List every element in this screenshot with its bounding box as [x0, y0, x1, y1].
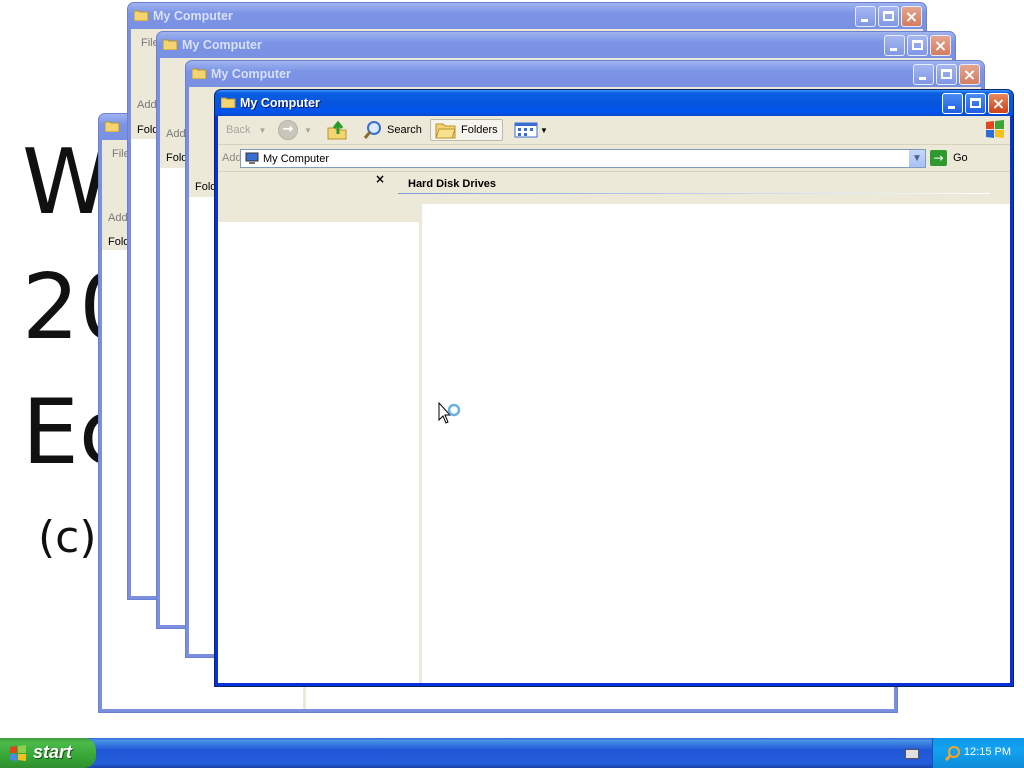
window-title: My Computer — [240, 96, 320, 110]
back-button[interactable]: Back ▼ — [220, 119, 266, 141]
folder-icon — [105, 121, 120, 132]
dropdown-arrow-icon: ▼ — [540, 125, 548, 135]
title-bar[interactable]: My Computer × — [157, 32, 955, 58]
start-label: start — [33, 742, 73, 762]
minimize-button[interactable] — [913, 64, 934, 85]
my-computer-icon — [245, 152, 259, 164]
address-value: My Computer — [263, 153, 330, 165]
up-folder-button[interactable] — [326, 119, 348, 141]
folders-pane-gray-strip — [218, 188, 419, 222]
content-area — [422, 204, 1010, 683]
views-button[interactable]: ▼ — [514, 119, 548, 141]
window-client: Back ▼ → ▼ Search Folders ▼ My Computer … — [218, 116, 1010, 683]
close-button[interactable]: × — [901, 6, 922, 27]
go-button[interactable]: → Go — [930, 150, 968, 166]
close-icon: × — [904, 7, 919, 26]
up-folder-icon — [327, 120, 347, 140]
maximize-button[interactable] — [965, 93, 986, 114]
minimize-button[interactable] — [855, 6, 876, 27]
minimize-button[interactable] — [942, 93, 963, 114]
my-computer-window[interactable]: My Computer × Back ▼ → ▼ Search Folders … — [214, 89, 1014, 687]
folders-icon — [435, 123, 456, 139]
address-dropdown-button[interactable]: ▼ — [908, 150, 925, 167]
title-bar[interactable]: My Computer × — [215, 90, 1013, 116]
views-icon — [514, 122, 538, 138]
minimize-icon — [890, 48, 897, 51]
chevron-down-icon: ▼ — [912, 153, 922, 164]
menu-fragment-address[interactable]: Add — [108, 212, 128, 224]
window-title: My Computer — [153, 9, 233, 23]
folder-icon — [163, 39, 178, 50]
column-header-underline — [398, 193, 990, 194]
system-tray: 12:15 PM — [932, 738, 1024, 768]
close-button[interactable]: × — [988, 93, 1009, 114]
windows-logo-icon — [986, 120, 1004, 138]
search-icon — [363, 121, 381, 139]
maximize-icon — [970, 98, 981, 108]
go-label: Go — [953, 152, 968, 164]
minimize-button[interactable] — [884, 35, 905, 56]
windows-flag-icon — [10, 745, 26, 761]
folders-label: Folders — [461, 124, 498, 136]
search-tray-icon[interactable] — [945, 745, 961, 761]
address-bar: Address My Computer ▼ → Go — [218, 145, 1010, 172]
maximize-button[interactable] — [878, 6, 899, 27]
dropdown-arrow-icon: ▼ — [304, 125, 312, 135]
folder-icon — [192, 68, 207, 79]
busy-cursor-icon — [438, 402, 461, 424]
folders-button[interactable]: Folders — [430, 119, 503, 141]
clock[interactable]: 12:15 PM — [964, 746, 1011, 758]
dropdown-arrow-icon: ▼ — [258, 125, 267, 135]
folder-icon — [134, 10, 149, 21]
maximize-button[interactable] — [907, 35, 928, 56]
folders-pane: × — [218, 172, 422, 683]
standard-toolbar: Back ▼ → ▼ Search Folders ▼ — [218, 116, 1010, 145]
maximize-icon — [883, 11, 894, 21]
close-button[interactable]: × — [959, 64, 980, 85]
keyboard-icon[interactable] — [905, 749, 919, 759]
close-button[interactable]: × — [930, 35, 951, 56]
column-header-hard-disk-drives[interactable]: Hard Disk Drives — [408, 178, 496, 190]
search-label: Search — [387, 124, 422, 136]
maximize-icon — [941, 69, 952, 79]
minimize-icon — [919, 77, 926, 80]
back-label: Back — [226, 124, 251, 136]
folders-pane-header: × — [218, 172, 419, 188]
menu-fragment-address[interactable]: Add — [137, 99, 157, 111]
title-bar[interactable]: My Computer × — [128, 3, 926, 29]
window-title: My Computer — [182, 38, 262, 52]
window-title: My Computer — [211, 67, 291, 81]
start-button[interactable]: start — [0, 738, 96, 768]
title-bar[interactable]: My Computer × — [186, 61, 984, 87]
maximize-icon — [912, 40, 923, 50]
search-button[interactable]: Search — [363, 119, 422, 141]
minimize-icon — [861, 19, 868, 22]
close-icon: × — [933, 36, 948, 55]
forward-button[interactable]: → ▼ — [278, 119, 312, 141]
folders-pane-close-button[interactable]: × — [375, 172, 385, 186]
address-input[interactable]: My Computer ▼ — [240, 149, 926, 168]
desktop-text-line-4: (c) — [38, 512, 97, 563]
close-icon: × — [991, 94, 1006, 113]
close-icon: × — [962, 65, 977, 84]
go-arrow-icon: → — [930, 150, 947, 166]
taskbar: start 12:15 PM — [0, 738, 1024, 768]
forward-arrow-icon: → — [278, 120, 298, 140]
maximize-button[interactable] — [936, 64, 957, 85]
minimize-icon — [948, 106, 955, 109]
menu-fragment-address[interactable]: Add — [166, 128, 186, 140]
folder-icon — [221, 97, 236, 108]
